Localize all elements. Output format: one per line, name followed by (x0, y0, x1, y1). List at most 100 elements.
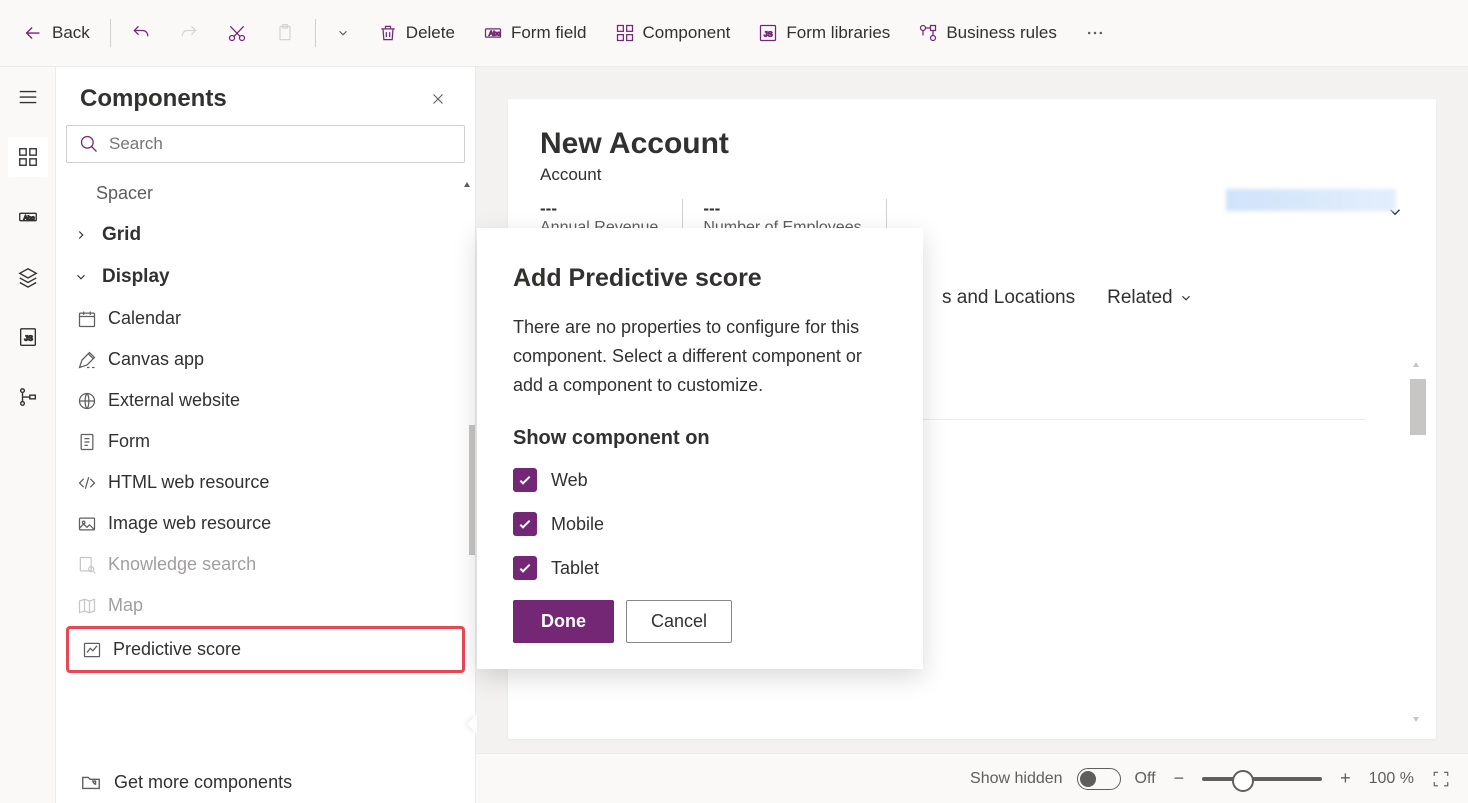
check-icon (517, 560, 533, 576)
tree-item-calendar[interactable]: Calendar (64, 298, 467, 339)
redo-button (167, 15, 211, 51)
tablet-label: Tablet (551, 558, 599, 579)
svg-text:Abc: Abc (23, 215, 35, 222)
canvas-app-label: Canvas app (108, 349, 204, 370)
svg-text:Abc: Abc (489, 31, 501, 38)
panel-footer: Get more components (56, 761, 475, 803)
show-hidden-label: Show hidden (970, 770, 1063, 788)
paste-icon (275, 23, 295, 43)
form-libraries-button[interactable]: JS Form libraries (746, 15, 902, 51)
business-rules-button[interactable]: Business rules (906, 15, 1069, 51)
display-label: Display (102, 266, 170, 288)
form-field-button[interactable]: Abc Form field (471, 15, 599, 51)
tree-item-html-resource[interactable]: HTML web resource (64, 462, 467, 503)
top-toolbar: Back Delete Abc Form field (0, 0, 1468, 67)
canvas-scrollbar-thumb[interactable] (1410, 379, 1426, 435)
fit-button[interactable] (1428, 766, 1454, 792)
blurred-field (1226, 189, 1396, 211)
zoom-out-button[interactable]: − (1170, 764, 1189, 793)
rail-js-button[interactable]: JS (8, 317, 48, 357)
undo-button[interactable] (119, 15, 163, 51)
panel-close-button[interactable] (425, 86, 451, 112)
paste-dropdown[interactable] (324, 18, 362, 48)
js-icon: JS (758, 23, 778, 43)
tree-group-display[interactable]: Display (64, 256, 467, 298)
business-rules-label: Business rules (946, 23, 1057, 43)
dialog-description: There are no properties to configure for… (513, 313, 887, 399)
tree-group-grid[interactable]: Grid (64, 214, 467, 256)
form-libraries-label: Form libraries (786, 23, 890, 43)
show-hidden-toggle[interactable] (1077, 768, 1121, 790)
globe-icon (76, 391, 98, 411)
form-label: Form (108, 431, 150, 452)
external-website-label: External website (108, 390, 240, 411)
search-input-container[interactable] (66, 125, 465, 163)
tree-item-spacer[interactable]: Spacer (64, 173, 467, 214)
image-resource-label: Image web resource (108, 513, 271, 534)
chart-icon (81, 640, 103, 660)
arrow-left-icon (22, 22, 44, 44)
redo-icon (179, 23, 199, 43)
image-icon (76, 514, 98, 534)
canvas-scroll-up[interactable] (1410, 359, 1422, 371)
layers-icon (17, 266, 39, 288)
search-input[interactable] (109, 134, 452, 154)
spacer-label: Spacer (96, 183, 153, 204)
component-label: Component (643, 23, 731, 43)
hamburger-button[interactable] (8, 77, 48, 117)
tab-related[interactable]: Related (1107, 287, 1193, 309)
separator (315, 19, 316, 47)
rail-layers-button[interactable] (8, 257, 48, 297)
checkbox-web[interactable] (513, 468, 537, 492)
chevron-down-icon (336, 26, 350, 40)
rail-tree-button[interactable] (8, 377, 48, 417)
mobile-label: Mobile (551, 514, 604, 535)
html-resource-label: HTML web resource (108, 472, 269, 493)
tree-item-image-resource[interactable]: Image web resource (64, 503, 467, 544)
checkbox-tablet[interactable] (513, 556, 537, 580)
employees-value: --- (703, 199, 861, 219)
components-tree[interactable]: Spacer Grid Display Cale (56, 173, 475, 761)
zoom-in-button[interactable]: + (1336, 764, 1355, 793)
tree-item-external-website[interactable]: External website (64, 380, 467, 421)
tab-locations[interactable]: s and Locations (942, 287, 1075, 309)
rail-components-button[interactable] (8, 137, 48, 177)
knowledge-search-label: Knowledge search (108, 554, 256, 575)
tree-item-map: Map (64, 585, 467, 626)
hamburger-icon (17, 86, 39, 108)
folder-arrow-icon (80, 771, 102, 793)
dialog-title: Add Predictive score (513, 264, 887, 293)
checkbox-mobile[interactable] (513, 512, 537, 536)
back-button[interactable]: Back (10, 14, 102, 52)
search-icon (79, 134, 99, 154)
rail-field-button[interactable]: Abc (8, 197, 48, 237)
get-more-button[interactable]: Get more components (80, 771, 451, 793)
panel-header: Components (56, 67, 475, 125)
form-icon (76, 432, 98, 452)
component-button[interactable]: Component (603, 15, 743, 51)
tree-item-predictive-score[interactable]: Predictive score (69, 629, 462, 670)
form-field-label: Form field (511, 23, 587, 43)
more-button[interactable] (1073, 15, 1117, 51)
undo-icon (131, 23, 151, 43)
tree-icon (17, 386, 39, 408)
dialog-actions: Done Cancel (513, 600, 887, 643)
canvas-scroll-down[interactable] (1410, 713, 1422, 725)
flow-icon (918, 23, 938, 43)
zoom-slider[interactable] (1202, 777, 1322, 781)
tree-item-canvas-app[interactable]: Canvas app (64, 339, 467, 380)
calendar-label: Calendar (108, 308, 181, 329)
cut-icon (227, 23, 247, 43)
cancel-button[interactable]: Cancel (626, 600, 732, 643)
components-panel: Components Spacer (56, 67, 476, 803)
cut-button[interactable] (215, 15, 259, 51)
doc-search-icon (76, 555, 98, 575)
scrollbar-thumb[interactable] (469, 425, 475, 555)
delete-button[interactable]: Delete (366, 15, 467, 51)
done-button[interactable]: Done (513, 600, 614, 643)
bottom-status-bar: Show hidden Off − + 100 % (476, 753, 1468, 803)
toggle-off-label: Off (1135, 770, 1156, 788)
tree-item-form[interactable]: Form (64, 421, 467, 462)
scroll-up-arrow[interactable] (461, 179, 473, 191)
highlighted-item: Predictive score (66, 626, 465, 673)
